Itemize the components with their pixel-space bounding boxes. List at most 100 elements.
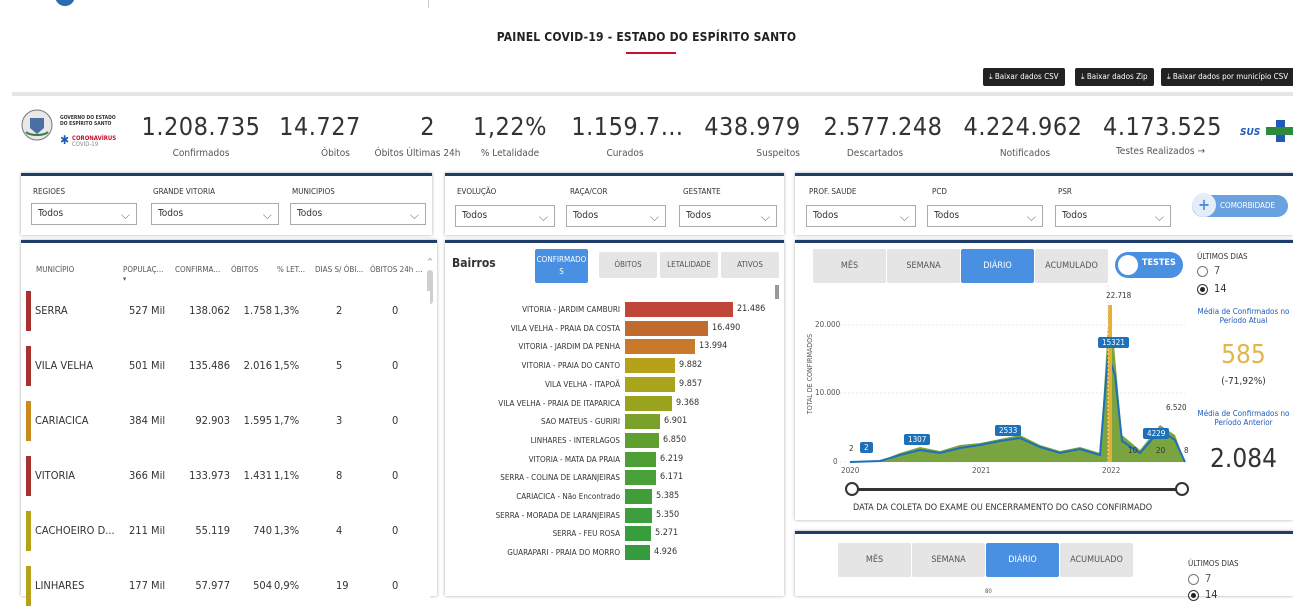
table-row[interactable]: CACHOEIRO D... 211 Mil 55.119 740 1,3% 4 0 bbox=[26, 511, 430, 561]
y-tick-10000: 10.000 bbox=[815, 388, 841, 397]
row-color-bar bbox=[26, 291, 31, 331]
bottom-y-tick: 80 bbox=[985, 588, 992, 595]
bairro-bar[interactable] bbox=[625, 470, 656, 486]
filter-label-evolucao: EVOLUÇÃO bbox=[457, 187, 497, 196]
tab-confirmados[interactable]: CONFIRMADOS bbox=[535, 249, 588, 283]
filter-select-regioes[interactable]: Todos ⌵ bbox=[31, 203, 137, 225]
table-row[interactable]: SERRA 527 Mil 138.062 1.758 1,3% 2 0 bbox=[26, 291, 430, 341]
letalidade-cell: 1,3% bbox=[274, 304, 300, 317]
confirmados-cell: 138.062 bbox=[189, 304, 230, 317]
table-row[interactable]: VITORIA 366 Mil 133.973 1.431 1,1% 8 0 bbox=[26, 456, 430, 506]
filter-select-pcd[interactable]: Todos ⌵ bbox=[927, 205, 1043, 227]
table-row[interactable]: CARIACICA 384 Mil 92.903 1.595 1,7% 3 0 bbox=[26, 401, 430, 451]
testes-toggle[interactable]: TESTES bbox=[1115, 252, 1183, 278]
col-header-letalidade[interactable]: % LET... bbox=[277, 265, 305, 274]
kpi-label-letalidade: % Letalidade bbox=[480, 148, 540, 159]
kpi-value-obitos: 14.727 bbox=[279, 112, 361, 141]
col-header-obitos-24h[interactable]: ÓBITOS 24h ... bbox=[370, 265, 423, 274]
scroll-up-icon[interactable]: ^ bbox=[427, 257, 433, 266]
sus-logo: SUS bbox=[1240, 120, 1293, 144]
tab-acumulado[interactable]: ACUMULADO bbox=[1035, 249, 1108, 283]
col-header-dias-sem-obito[interactable]: DIAS S/ ÓBI... bbox=[315, 265, 363, 274]
col-header-obitos[interactable]: ÓBITOS bbox=[231, 265, 258, 274]
bairro-bar[interactable] bbox=[625, 432, 659, 448]
filter-select-prof-saude[interactable]: Todos ⌵ bbox=[806, 205, 916, 227]
filter-value: Todos bbox=[813, 210, 839, 221]
download-zip-button[interactable]: ⤓ Baixar dados Zip bbox=[1075, 68, 1154, 86]
radio-dot bbox=[1200, 287, 1205, 292]
bairro-label: SAO MATEUS - GURIRI bbox=[541, 417, 620, 427]
bottom-tab-diario[interactable]: DIÁRIO bbox=[986, 543, 1059, 577]
bairro-bar[interactable] bbox=[625, 339, 695, 355]
media-atual-label: Média de Confirmados no Período Atual bbox=[1197, 307, 1290, 325]
kpi-label-confirmados: Confirmados bbox=[172, 148, 230, 159]
bairro-label: VILA VELHA - PRAIA DA COSTA bbox=[510, 323, 620, 333]
filter-select-gestante[interactable]: Todos ⌵ bbox=[679, 205, 777, 227]
tab-ativos[interactable]: ATIVOS bbox=[721, 252, 779, 278]
kpi-value-confirmados: 1.208.735 bbox=[141, 112, 261, 141]
bairro-bar[interactable] bbox=[625, 507, 652, 523]
col-header-populacao[interactable]: POPULAÇ... bbox=[123, 265, 163, 274]
col-header-municipio[interactable]: MUNICÍPIO bbox=[36, 265, 74, 274]
obitos-cell: 2.016 bbox=[243, 359, 272, 372]
download-municipio-csv-button[interactable]: ⤓ Baixar dados por município CSV bbox=[1161, 68, 1293, 86]
radio-7-days[interactable] bbox=[1197, 266, 1208, 277]
filter-select-grande-vitoria[interactable]: Todos ⌵ bbox=[151, 203, 279, 225]
dias-sem-obito-cell: 3 bbox=[336, 414, 343, 427]
row-color-bar bbox=[26, 346, 31, 386]
brand-sub-text: COVID-19 bbox=[72, 141, 99, 148]
bairro-bar[interactable] bbox=[625, 414, 660, 430]
bairro-label: SERRA - COLINA DE LARANJEIRAS bbox=[500, 473, 620, 483]
bairro-bar[interactable] bbox=[625, 302, 733, 317]
tab-diario[interactable]: DIÁRIO bbox=[961, 249, 1034, 283]
date-range-slider-end-handle[interactable] bbox=[1175, 482, 1189, 496]
bairros-scrollbar[interactable] bbox=[775, 285, 779, 299]
bottom-tab-semana[interactable]: SEMANA bbox=[912, 543, 985, 577]
daily-timeseries-chart bbox=[840, 285, 1186, 463]
bottom-tab-mes[interactable]: MÊS bbox=[838, 543, 911, 577]
filter-select-municipios[interactable]: Todos ⌵ bbox=[290, 203, 426, 225]
table-row[interactable]: VILA VELHA 501 Mil 135.486 2.016 1,5% 5 0 bbox=[26, 346, 430, 396]
bottom-tab-acumulado[interactable]: ACUMULADO bbox=[1060, 543, 1133, 577]
table-row[interactable]: LINHARES 177 Mil 57.977 504 0,9% 19 0 bbox=[26, 566, 430, 616]
download-csv-button[interactable]: ⤓ Baixar dados CSV bbox=[983, 68, 1065, 86]
bairro-label: SERRA - MORADA DE LARANJEIRAS bbox=[495, 510, 620, 520]
bairro-label: VITORIA - PRAIA DO CANTO bbox=[521, 361, 620, 371]
kpi-label-obitos: Óbitos bbox=[320, 148, 350, 159]
toggle-knob bbox=[1118, 255, 1138, 275]
filter-select-psr[interactable]: Todos ⌵ bbox=[1055, 205, 1171, 227]
bottom-radio-7-days[interactable] bbox=[1188, 574, 1199, 585]
bairro-bar[interactable] bbox=[625, 358, 675, 374]
tab-obitos[interactable]: ÓBITOS bbox=[599, 252, 657, 278]
kpi-link-testes[interactable]: Testes Realizados → bbox=[1098, 146, 1223, 157]
annotation-6520: 6.520 bbox=[1166, 403, 1187, 412]
obitos-cell: 1.431 bbox=[243, 469, 272, 482]
bairro-bar[interactable] bbox=[625, 526, 651, 542]
annotation-15321: 15321 bbox=[1098, 337, 1129, 348]
filter-select-raca-cor[interactable]: Todos ⌵ bbox=[566, 205, 666, 227]
obitos-cell: 504 bbox=[253, 579, 272, 592]
filter-select-evolucao[interactable]: Todos ⌵ bbox=[455, 205, 555, 227]
tab-letalidade[interactable]: LETALIDADE bbox=[660, 252, 718, 278]
bottom-radio-7-label: 7 bbox=[1205, 572, 1212, 585]
bairro-bar[interactable] bbox=[625, 376, 675, 392]
plus-icon[interactable]: + bbox=[1192, 193, 1216, 217]
filter-label-gestante: GESTANTE bbox=[683, 187, 721, 196]
tab-semana[interactable]: SEMANA bbox=[887, 249, 960, 283]
bairro-bar[interactable] bbox=[625, 395, 672, 411]
tab-mes[interactable]: MÊS bbox=[813, 249, 886, 283]
obitos-24h-cell: 0 bbox=[392, 524, 399, 537]
bairro-label: LINHARES - INTERLAGOS bbox=[530, 435, 620, 445]
bairro-bar[interactable] bbox=[625, 489, 652, 504]
kpi-value-suspeitos: 438.979 bbox=[704, 112, 801, 141]
bairro-bar[interactable] bbox=[625, 451, 656, 467]
confirmados-cell: 92.903 bbox=[195, 414, 230, 427]
chevron-down-icon: ⌵ bbox=[120, 208, 130, 222]
radio-14-days[interactable] bbox=[1197, 284, 1208, 295]
col-header-confirmados[interactable]: CONFIRMA... bbox=[175, 265, 220, 274]
date-range-slider-start-handle[interactable] bbox=[845, 482, 859, 496]
bairro-bar[interactable] bbox=[625, 545, 650, 561]
bairro-bar[interactable] bbox=[625, 320, 708, 336]
obitos-cell: 1.595 bbox=[243, 414, 272, 427]
chevron-down-icon: ⌵ bbox=[649, 210, 659, 224]
